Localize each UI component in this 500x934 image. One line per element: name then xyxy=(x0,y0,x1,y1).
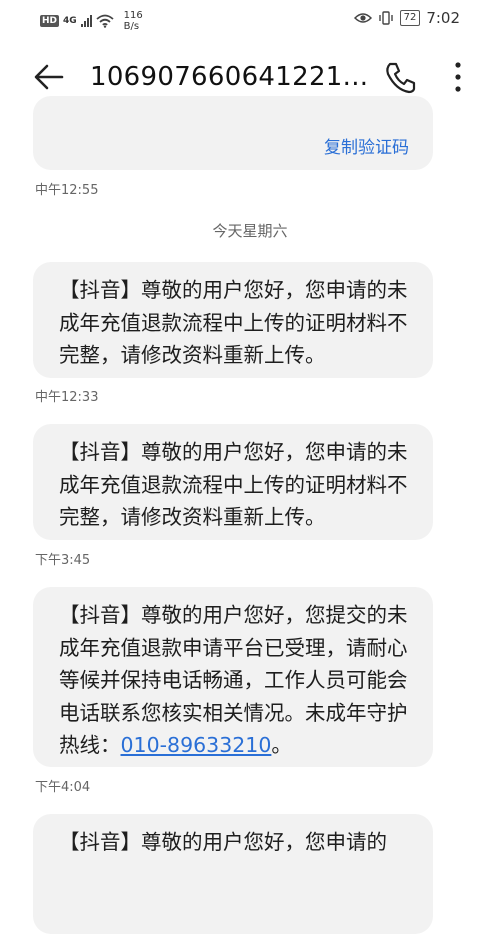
signal-icon xyxy=(80,15,92,27)
message-text: 【抖音】尊敬的用户您好，您申请的未成年充值退款流程中上传的证明材料不完整，请修改… xyxy=(59,278,408,367)
eye-icon xyxy=(353,13,372,23)
vibrate-icon xyxy=(378,11,393,25)
hotline-link[interactable]: 010-89633210 xyxy=(121,733,272,757)
back-arrow-icon[interactable] xyxy=(32,60,66,94)
message-bubble[interactable]: 【抖音】尊敬的用户您好，您申请的未成年充值退款流程中上传的证明材料不完整，请修改… xyxy=(33,262,433,378)
message-bubble[interactable]: 【抖音】尊敬的用户您好，您申请的 xyxy=(33,814,433,934)
message-time: 下午3:45 xyxy=(35,553,91,568)
network-type: 4G xyxy=(63,16,77,26)
clock: 7:02 xyxy=(426,9,460,27)
message-bubble[interactable]: 【抖音】尊敬的用户您好，您提交的未成年充值退款申请平台已受理，请耐心等候并保持电… xyxy=(33,587,433,767)
speed-value: 116 xyxy=(123,10,143,21)
date-separator: 今天星期六 xyxy=(212,222,288,240)
message-time: 中午12:33 xyxy=(35,390,99,405)
message-text: 【抖音】尊敬的用户您好，您申请的未成年充值退款流程中上传的证明材料不完整，请修改… xyxy=(59,440,408,529)
network-speed: 116 B/s xyxy=(124,10,143,32)
contact-number-title: 106907660641221... xyxy=(90,62,369,92)
battery-indicator: 72 xyxy=(399,10,421,26)
copy-verification-code-button[interactable]: 复制验证码 xyxy=(324,132,409,165)
message-text: 【抖音】尊敬的用户您好，您申请的 xyxy=(59,830,387,854)
hd-indicator: HD xyxy=(40,15,60,27)
message-list[interactable]: 复制验证码 中午12:55 今天星期六 【抖音】尊敬的用户您好，您申请的未成年充… xyxy=(0,96,500,934)
message-suffix: 。 xyxy=(271,733,292,757)
message-bubble-partial[interactable]: 复制验证码 xyxy=(33,96,433,170)
message-time: 下午4:04 xyxy=(35,780,91,795)
status-bar: HD 4G 116 B/s 72 7:02 xyxy=(0,0,500,38)
wifi-icon xyxy=(96,14,114,28)
phone-icon[interactable] xyxy=(384,60,416,94)
status-left: HD 4G 116 B/s xyxy=(40,10,143,32)
status-right: 72 7:02 xyxy=(353,9,460,27)
speed-unit: B/s xyxy=(123,21,140,32)
message-time: 中午12:55 xyxy=(35,183,99,198)
more-options-icon[interactable] xyxy=(448,60,468,94)
message-bubble[interactable]: 【抖音】尊敬的用户您好，您申请的未成年充值退款流程中上传的证明材料不完整，请修改… xyxy=(33,424,433,540)
